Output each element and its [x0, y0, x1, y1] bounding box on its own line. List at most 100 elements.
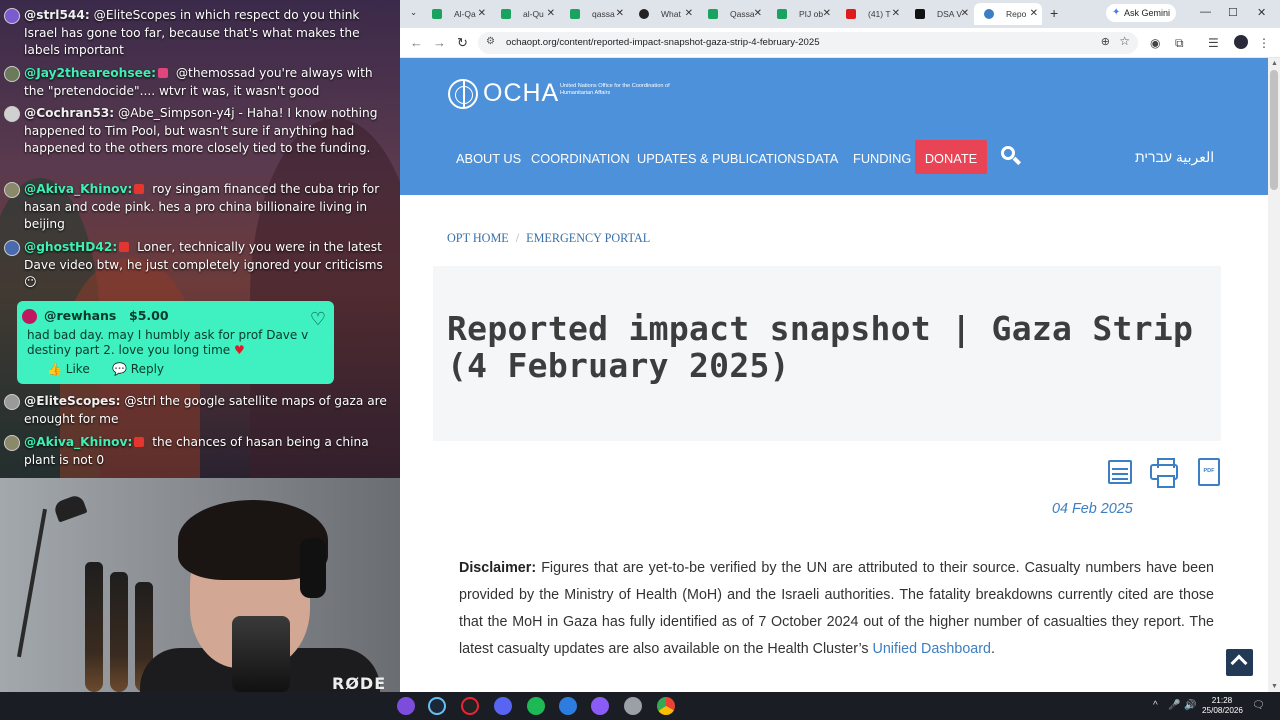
browser-tab[interactable]: PIJ ob ✕	[767, 3, 835, 25]
new-tab-icon[interactable]: +	[1050, 5, 1058, 21]
browser-tab[interactable]: al-Qu ✕	[491, 3, 559, 25]
donation-amount: $5.00	[129, 308, 169, 323]
chat-username[interactable]: @Cochran53:	[24, 106, 114, 120]
browser-tab[interactable]: Al-Qa ✕	[422, 3, 490, 25]
microphone	[232, 616, 290, 692]
obs-icon[interactable]	[461, 697, 479, 715]
tab-close-icon[interactable]: ✕	[961, 8, 969, 19]
bookmark-star-icon[interactable]: ☆	[1119, 34, 1130, 48]
reload-icon[interactable]: ↻	[457, 35, 468, 51]
reply-button[interactable]: 💬 Reply	[112, 362, 164, 376]
tab-close-icon[interactable]: ✕	[685, 8, 693, 19]
chat-message: @strl544: @EliteScopes in which respect …	[4, 7, 396, 60]
taskbar-app-icon[interactable]	[397, 697, 415, 715]
nav-about-us[interactable]: ABOUT US	[456, 151, 521, 166]
url-text[interactable]: ochaopt.org/content/reported-impact-snap…	[506, 37, 820, 48]
zoom-icon[interactable]: ⊕	[1101, 35, 1110, 48]
chat-username[interactable]: @Akiva_Khinov:	[24, 182, 132, 196]
print-icon[interactable]	[1150, 456, 1178, 488]
logo-wordmark: OCHA	[483, 79, 560, 107]
page-scrollbar[interactable]: ▲ ▼	[1268, 58, 1280, 692]
tab-close-icon[interactable]: ✕	[478, 8, 486, 19]
browser-toolbar: ← → ↻ ⚙ ochaopt.org/content/reported-imp…	[400, 28, 1280, 58]
taskbar-app-icon[interactable]	[591, 697, 609, 715]
tab-close-icon[interactable]: ✕	[616, 8, 624, 19]
steam-icon[interactable]	[428, 697, 446, 715]
close-window-icon[interactable]: ✕	[1257, 6, 1266, 19]
ask-gemini-button[interactable]: ✦ Ask Gemini	[1106, 4, 1176, 22]
chat-username[interactable]: @EliteScopes:	[24, 394, 120, 408]
nav-funding[interactable]: FUNDING	[853, 151, 911, 166]
browser-tab[interactable]: (41) T ✕	[836, 3, 904, 25]
chat-message: @Jay2theareohsee: @themossad you're alwa…	[4, 65, 396, 100]
browser-tab[interactable]: qassa ✕	[560, 3, 628, 25]
tab-label: What	[661, 9, 681, 19]
tab-close-icon[interactable]: ✕	[547, 8, 555, 19]
nav-updates-publications[interactable]: UPDATES & PUBLICATIONS	[637, 151, 805, 166]
address-bar[interactable]: ⚙ ochaopt.org/content/reported-impact-sn…	[478, 32, 1138, 54]
menu-kebab-icon[interactable]: ⋮	[1258, 36, 1270, 50]
chat-message: @EliteScopes: @strl the google satellite…	[4, 393, 396, 428]
tray-chevron-icon[interactable]: ^	[1153, 700, 1158, 711]
unified-dashboard-link[interactable]: Unified Dashboard	[873, 641, 991, 657]
scroll-up-icon[interactable]: ▲	[1271, 60, 1278, 67]
tab-close-icon[interactable]: ✕	[1030, 8, 1038, 19]
volume-icon[interactable]: 🔊	[1184, 700, 1196, 711]
scroll-to-top-button[interactable]	[1226, 649, 1253, 676]
system-clock[interactable]: 21:28 25/08/2026	[1202, 696, 1243, 716]
like-button[interactable]: 👍 Like	[47, 362, 90, 376]
chat-username[interactable]: @ghostHD42:	[24, 240, 117, 254]
extension-icon[interactable]: ◉	[1150, 36, 1160, 50]
donate-button[interactable]: DONATE	[915, 140, 987, 174]
disclaimer-text: Figures that are yet-to-be verified by t…	[459, 560, 1214, 657]
microphone-tray-icon[interactable]: 🎤	[1168, 700, 1180, 711]
super-chat-donation: @rewhans $5.00 ♡ had bad day. may I humb…	[17, 301, 334, 384]
browser-tab[interactable]: What ✕	[629, 3, 697, 25]
breadcrumb-emergency-portal[interactable]: EMERGENCY PORTAL	[526, 231, 650, 245]
tab-favicon-icon	[501, 9, 511, 19]
language-switcher[interactable]: العربية עברית	[1135, 149, 1214, 166]
taskbar-app-icon[interactable]	[624, 697, 642, 715]
donation-message: had bad day. may I humbly ask for prof D…	[27, 328, 317, 357]
breadcrumb-separator: /	[515, 231, 520, 245]
breadcrumb-opt-home[interactable]: OPT HOME	[447, 231, 509, 245]
maximize-icon[interactable]: ☐	[1228, 6, 1238, 19]
tab-close-icon[interactable]: ✕	[823, 8, 831, 19]
calendar-icon[interactable]	[1106, 456, 1134, 488]
chat-username[interactable]: @Akiva_Khinov:	[24, 435, 132, 449]
profile-avatar[interactable]	[1234, 35, 1248, 49]
tab-close-icon[interactable]: ✕	[754, 8, 762, 19]
minimize-icon[interactable]: —	[1200, 6, 1211, 18]
donor-username[interactable]: @rewhans	[44, 308, 116, 323]
nav-data[interactable]: DATA	[806, 151, 838, 166]
chat-username[interactable]: @strl544:	[24, 8, 90, 22]
pdf-icon[interactable]: PDF	[1194, 456, 1222, 488]
reply-label: Reply	[130, 362, 165, 376]
reading-list-icon[interactable]: ☰	[1208, 36, 1219, 50]
browser-tab[interactable]: Qassa ✕	[698, 3, 766, 25]
tab-search-icon[interactable]: ⌄	[410, 7, 417, 27]
user-avatar	[4, 8, 20, 24]
spotify-icon[interactable]	[527, 697, 545, 715]
chrome-icon[interactable]	[657, 697, 675, 715]
notification-icon[interactable]: 🗨	[1252, 700, 1265, 711]
forward-icon[interactable]: →	[433, 35, 446, 50]
chat-username[interactable]: @Jay2theareohsee:	[24, 66, 156, 80]
browser-tab-active[interactable]: Repo ✕	[974, 3, 1042, 25]
scrollbar-thumb[interactable]	[1270, 70, 1278, 190]
search-icon[interactable]	[999, 144, 1023, 168]
pdf-label: PDF	[1198, 458, 1220, 486]
extensions-puzzle-icon[interactable]: ⧉	[1175, 36, 1184, 51]
back-icon[interactable]: ←	[410, 35, 423, 50]
site-settings-icon[interactable]: ⚙	[486, 36, 495, 47]
tab-close-icon[interactable]: ✕	[892, 8, 900, 19]
nav-coordination[interactable]: COORDINATION	[531, 151, 630, 166]
browser-tab[interactable]: DSA V ✕	[905, 3, 973, 25]
member-badge-icon	[134, 437, 145, 447]
heart-outline-icon[interactable]: ♡	[310, 309, 326, 330]
guitar	[110, 572, 128, 692]
scroll-down-icon[interactable]: ▼	[1271, 683, 1278, 690]
tab-favicon-icon	[984, 9, 994, 19]
discord-icon[interactable]	[494, 697, 512, 715]
taskbar-app-icon[interactable]	[559, 697, 577, 715]
